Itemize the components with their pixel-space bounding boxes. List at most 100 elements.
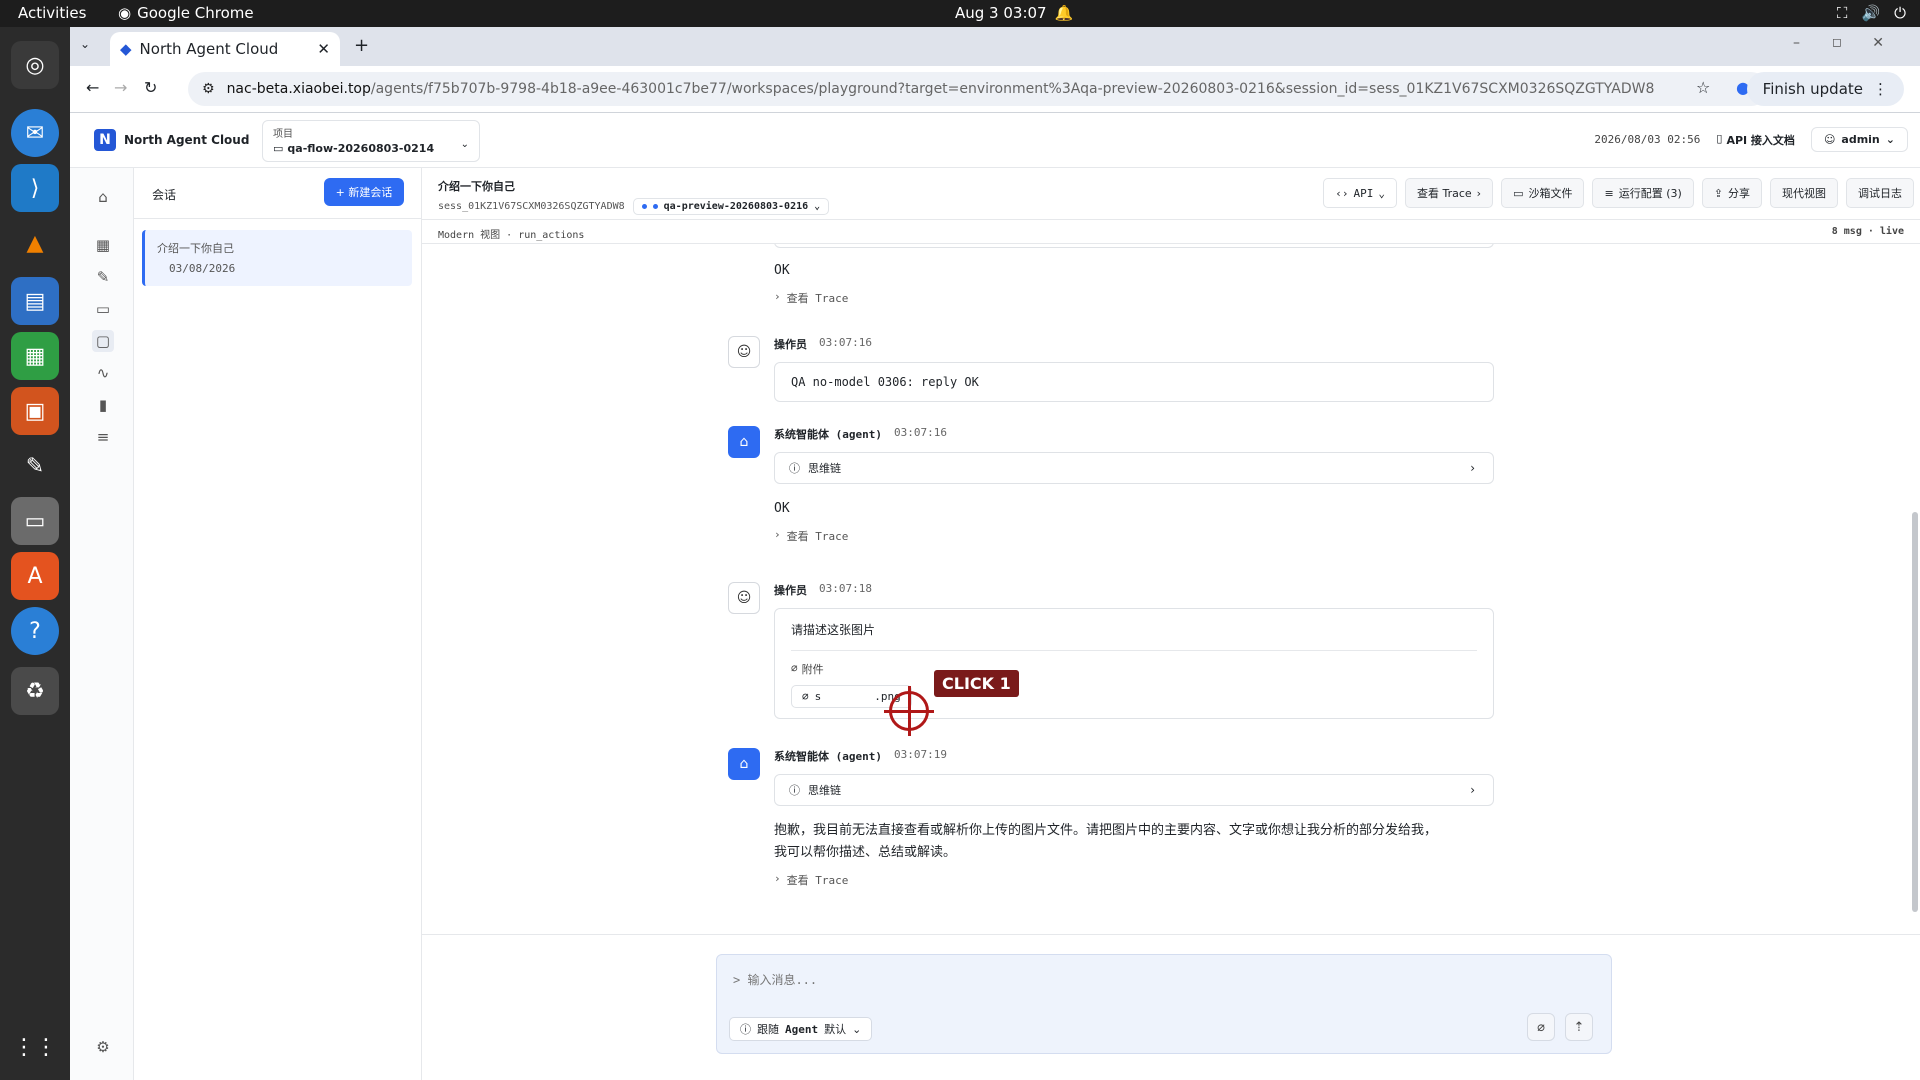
paperclip-icon: ⌀ — [791, 661, 798, 674]
sliders-icon[interactable]: ≡ — [92, 426, 114, 448]
show-apps-icon[interactable]: ⋮⋮ — [11, 1023, 59, 1071]
site-info-icon[interactable]: ⚙ — [202, 81, 215, 97]
activities-button[interactable]: Activities — [18, 4, 86, 22]
sliders-icon: ≡ — [1604, 186, 1614, 200]
chevron-right-icon: › — [1470, 461, 1475, 475]
message-card-edge — [774, 244, 1494, 248]
modern-view-button[interactable]: 现代视图 — [1770, 178, 1838, 208]
run-config-button[interactable]: ≡ 运行配置 (3) — [1592, 178, 1694, 208]
view-trace-link[interactable]: › 查看 Trace — [774, 872, 1494, 888]
api-button[interactable]: ‹› API ⌄ — [1323, 178, 1397, 208]
share-button[interactable]: ⇪ 分享 — [1701, 178, 1762, 208]
minimize-icon[interactable]: – — [1793, 35, 1800, 51]
chevron-down-icon: ⌄ — [460, 139, 469, 150]
book-icon: ▯ — [1716, 131, 1723, 145]
writer-icon[interactable]: ▤ — [11, 277, 59, 325]
network-icon: ⛶ — [1836, 4, 1848, 22]
chat-icon[interactable]: ▢ — [92, 330, 114, 352]
share-icon: ⇪ — [1713, 186, 1723, 200]
brain-icon: ⓘ — [789, 462, 800, 475]
session-id: sess_01KZ1V67SCXM0326SQZGTYADW8 — [438, 201, 625, 212]
maximize-icon[interactable]: ◻ — [1832, 35, 1842, 49]
header-datetime: 2026/08/03 02:56 — [1594, 133, 1701, 146]
chevron-right-icon: › — [774, 528, 781, 541]
view-subheader: Modern 视图 · run_actions 8 msg · live — [422, 220, 1920, 244]
close-window-icon[interactable]: ✕ — [1872, 35, 1884, 51]
active-app-menu[interactable]: ◉ Google Chrome — [118, 4, 254, 22]
clock[interactable]: Aug 3 03:07 🔔 — [955, 4, 1073, 22]
agent-avatar-icon: ⌂ — [728, 748, 760, 780]
help-icon[interactable]: ? — [11, 607, 59, 655]
chevron-right-icon: › — [774, 872, 781, 885]
kebab-menu-icon: ⋮ — [1873, 80, 1888, 98]
terminal-icon[interactable]: ▭ — [92, 298, 114, 320]
files-icon[interactable]: ▭ — [11, 497, 59, 545]
os-top-bar: Activities ◉ Google Chrome Aug 3 03:07 🔔 ⛶… — [0, 0, 1920, 27]
sandbox-files-button[interactable]: ▭ 沙箱文件 — [1501, 178, 1585, 208]
agent-selector[interactable]: ⓘ 跟随 Agent 默认 ⌄ — [729, 1017, 873, 1041]
attach-file-button[interactable]: ⌀ — [1527, 1013, 1555, 1041]
agent-robot-icon[interactable]: ⌂ — [92, 186, 114, 208]
bell-icon: 🔔 — [1054, 4, 1074, 22]
finish-update-button[interactable]: Finish update ⋮ — [1746, 72, 1904, 106]
send-button[interactable]: ⇡ — [1565, 1013, 1593, 1041]
chevron-down-icon: ⌄ — [1378, 186, 1385, 200]
agent-message-tail: OK › 查看 Trace — [774, 254, 1494, 306]
tab-north-agent-cloud[interactable]: ◆ North Agent Cloud ✕ — [110, 32, 340, 66]
impress-icon[interactable]: ▣ — [11, 387, 59, 435]
view-trace-button[interactable]: 查看 Trace › — [1404, 178, 1494, 208]
api-docs-link[interactable]: ▯ API 接入文档 — [1716, 132, 1795, 148]
message-composer: > 输入消息... ⓘ 跟随 Agent 默认 ⌄ ⌀ ⇡ — [716, 954, 1612, 1054]
status-dot — [641, 204, 647, 209]
vlc-icon[interactable]: ▲ — [11, 219, 59, 267]
bookmark-star-icon[interactable]: ☆ — [1696, 78, 1710, 97]
message-bubble: QA no-model 0306: reply OK — [774, 362, 1494, 402]
thinking-chain-toggle[interactable]: ⓘ 思维链 › — [774, 452, 1494, 484]
activity-icon[interactable]: ∿ — [92, 362, 114, 384]
reload-icon[interactable]: ↻ — [144, 78, 157, 97]
operator-message: ☺ 操作员 03:07:16 QA no-model 0306: reply OK — [728, 336, 1494, 402]
chat-header: 介绍一下你自己 sess_01KZ1V67SCXM0326SQZGTYADW8 … — [422, 168, 1920, 220]
user-avatar-icon: ☺ — [728, 336, 760, 368]
trash-icon[interactable]: ♻ — [11, 667, 59, 715]
system-tray[interactable]: ⛶ 🔊 ⏻ — [1837, 4, 1906, 22]
vscode-icon[interactable]: ⟩ — [11, 164, 59, 212]
user-menu[interactable]: ☺ admin ⌄ — [1810, 127, 1908, 152]
gimp-icon[interactable]: ✎ — [11, 442, 59, 490]
divider — [134, 218, 422, 219]
debug-log-button[interactable]: 调试日志 — [1846, 178, 1914, 208]
chrome-dock-icon[interactable]: ◎ — [11, 41, 59, 89]
back-icon[interactable]: ← — [86, 78, 99, 97]
volume-icon: 🔊 — [1861, 4, 1881, 22]
view-trace-link[interactable]: › 查看 Trace — [774, 528, 1494, 544]
thunderbird-icon[interactable]: ✉ — [11, 109, 59, 157]
forward-icon[interactable]: → — [114, 78, 127, 97]
chart-icon[interactable]: ▮ — [92, 394, 114, 416]
calc-icon[interactable]: ▦ — [11, 332, 59, 380]
close-tab-icon[interactable]: ✕ — [317, 40, 330, 58]
thinking-chain-toggle[interactable]: ⓘ 思维链 › — [774, 774, 1494, 806]
new-tab-icon[interactable]: + — [354, 35, 369, 56]
message-input[interactable]: > 输入消息... — [733, 971, 817, 988]
brand-logo[interactable]: N North Agent Cloud — [94, 129, 249, 151]
tab-search-icon[interactable]: ⌄ — [80, 37, 90, 51]
chat-scrollbar[interactable] — [1912, 250, 1918, 920]
brand-mark-icon: N — [94, 129, 116, 151]
app-center-icon[interactable]: A — [11, 552, 59, 600]
scrollbar-thumb[interactable] — [1912, 512, 1918, 912]
settings-gear-icon[interactable]: ⚙ — [92, 1036, 114, 1058]
chevron-down-icon: ⌄ — [814, 201, 821, 212]
new-session-button[interactable]: + 新建会话 — [324, 178, 404, 206]
folder-icon: ▭ — [1513, 186, 1524, 200]
message-list[interactable]: OK › 查看 Trace ☺ 操作员 03:07:16 QA no-model 0… — [422, 244, 1920, 934]
dashboard-icon[interactable]: ▦ — [92, 234, 114, 256]
address-bar[interactable]: ⚙ nac-beta.xiaobei.top/agents/f75b707b-9… — [188, 72, 1768, 106]
chevron-down-icon: ⌄ — [1885, 133, 1895, 146]
environment-selector[interactable]: qa-preview-20260803-0216 ⌄ — [632, 198, 830, 215]
edit-icon[interactable]: ✎ — [92, 266, 114, 288]
user-avatar-icon: ☺ — [728, 582, 760, 614]
session-list-item[interactable]: 介绍一下你自己 03/08/2026 — [142, 230, 412, 286]
dock: ◎ ✉ ⟩ ▲ ▤ ▦ ▣ ✎ ▭ A ? ♻ ⋮⋮ — [0, 27, 70, 1080]
project-selector[interactable]: 项目 ▭ qa-flow-20260803-0214 ⌄ — [262, 120, 480, 162]
view-trace-link[interactable]: › 查看 Trace — [774, 290, 1494, 306]
